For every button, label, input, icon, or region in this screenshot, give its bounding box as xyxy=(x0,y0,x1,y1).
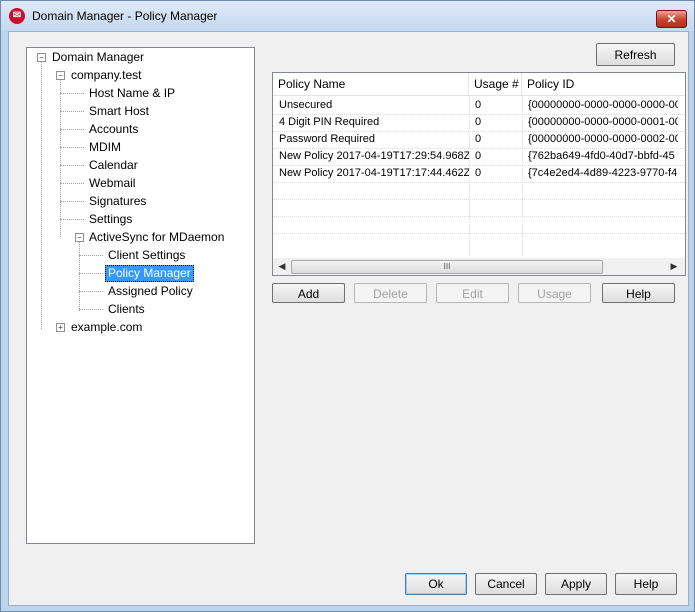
table-row[interactable]: New Policy 2017-04-19T17:29:54.968Z 0 {7… xyxy=(273,148,685,166)
usage-cell: 0 xyxy=(475,99,482,111)
domain-tree[interactable]: − Domain Manager − company.test Host Nam… xyxy=(26,47,255,544)
apply-button[interactable]: Apply xyxy=(545,573,607,595)
dialog-body: − Domain Manager − company.test Host Nam… xyxy=(8,31,689,606)
ok-button[interactable]: Ok xyxy=(405,573,467,595)
tree-item-label: ActiveSync for MDaemon xyxy=(89,230,225,244)
scroll-left-icon[interactable]: ◀ xyxy=(275,260,289,273)
tree-item-label: MDIM xyxy=(89,140,121,154)
policy-id-cell: {00000000-0000-0000-0001-0000-00 xyxy=(528,116,678,128)
table-row[interactable]: Unsecured 0 {00000000-0000-0000-0000-00 xyxy=(273,97,685,115)
tree-item-label: example.com xyxy=(71,320,143,334)
policy-id-cell: {762ba649-4fd0-40d7-bbfd-45 xyxy=(528,150,675,162)
empty-row xyxy=(273,233,685,250)
close-button[interactable]: ✕ xyxy=(656,10,687,28)
usage-cell: 0 xyxy=(475,133,482,145)
scroll-right-icon[interactable]: ▶ xyxy=(667,260,681,273)
tree-item-webmail[interactable]: Webmail xyxy=(27,175,247,192)
collapse-icon[interactable]: − xyxy=(37,53,46,62)
table-row[interactable]: New Policy 2017-04-19T17:17:44.462Z 0 {7… xyxy=(273,165,685,183)
usage-button[interactable]: Usage xyxy=(518,283,591,303)
header-separator xyxy=(273,95,685,96)
title-bar: ✉ Domain Manager - Policy Manager ✕ xyxy=(1,1,694,31)
tree-item-label: Webmail xyxy=(89,176,136,190)
tree-item-activesync[interactable]: − ActiveSync for MDaemon xyxy=(27,229,247,246)
tree-item-label: Assigned Policy xyxy=(108,284,193,298)
usage-cell: 0 xyxy=(475,116,482,128)
policy-id-cell: {7c4e2ed4-4d89-4223-9770-f4 xyxy=(528,167,678,179)
tree-item-label: Host Name & IP xyxy=(89,86,176,100)
tree-item-label: company.test xyxy=(71,68,142,82)
domain-manager-window: ✉ Domain Manager - Policy Manager ✕ − Do… xyxy=(0,0,695,612)
scrollbar-thumb[interactable]: III xyxy=(291,260,603,274)
column-header-policy-name[interactable]: Policy Name xyxy=(273,73,469,95)
mdaemon-app-icon: ✉ xyxy=(9,8,25,24)
table-row[interactable]: 4 Digit PIN Required 0 {00000000-0000-00… xyxy=(273,114,685,132)
empty-row xyxy=(273,182,685,200)
footer-help-button[interactable]: Help xyxy=(615,573,677,595)
collapse-icon[interactable]: − xyxy=(75,233,84,242)
tree-item-label: Domain Manager xyxy=(52,50,145,64)
tree-item-calendar[interactable]: Calendar xyxy=(27,157,247,174)
tree-item-signatures[interactable]: Signatures xyxy=(27,193,247,210)
policy-id-cell: {00000000-0000-0000-0000-00 xyxy=(528,99,678,111)
tree-item-host-name-ip[interactable]: Host Name & IP xyxy=(27,85,247,102)
tree-item-label: Calendar xyxy=(89,158,138,172)
tree-item-domain-manager[interactable]: − Domain Manager xyxy=(27,49,247,66)
tree-item-label: Smart Host xyxy=(89,104,150,118)
policy-name-cell: 4 Digit PIN Required xyxy=(279,116,380,128)
column-header-usage[interactable]: Usage # xyxy=(469,73,522,95)
empty-row xyxy=(273,199,685,217)
tree-item-accounts[interactable]: Accounts xyxy=(27,121,247,138)
help-button[interactable]: Help xyxy=(602,283,675,303)
tree-item-clients[interactable]: Clients xyxy=(27,301,247,318)
tree-item-smart-host[interactable]: Smart Host xyxy=(27,103,247,120)
collapse-icon[interactable]: − xyxy=(56,71,65,80)
edit-button[interactable]: Edit xyxy=(436,283,509,303)
tree-item-assigned-policy[interactable]: Assigned Policy xyxy=(27,283,247,300)
usage-cell: 0 xyxy=(475,150,482,162)
window-title: Domain Manager - Policy Manager xyxy=(32,9,218,23)
add-button[interactable]: Add xyxy=(272,283,345,303)
tree-item-company-test[interactable]: − company.test xyxy=(27,67,247,84)
cancel-button[interactable]: Cancel xyxy=(475,573,537,595)
tree-item-label: Client Settings xyxy=(108,248,186,262)
tree-item-settings[interactable]: Settings xyxy=(27,211,247,228)
expand-icon[interactable]: + xyxy=(56,323,65,332)
policy-id-cell: {00000000-0000-0000-0002-0000-00 xyxy=(528,133,678,145)
column-header-policy-id[interactable]: Policy ID xyxy=(522,73,685,95)
usage-cell: 0 xyxy=(475,167,482,179)
empty-row xyxy=(273,216,685,234)
horizontal-scrollbar[interactable]: ◀ III ▶ xyxy=(273,258,685,275)
policy-name-cell: Unsecured xyxy=(279,99,333,111)
tree-item-mdim[interactable]: MDIM xyxy=(27,139,247,156)
table-row[interactable]: Password Required 0 {00000000-0000-0000-… xyxy=(273,131,685,149)
tree-item-example-com[interactable]: + example.com xyxy=(27,319,247,336)
policy-list[interactable]: Policy Name Usage # Policy ID Unsecured … xyxy=(272,72,686,276)
policy-name-cell: Password Required xyxy=(279,133,375,145)
tree-item-policy-manager[interactable]: Policy Manager xyxy=(27,265,247,282)
policy-name-cell: New Policy 2017-04-19T17:17:44.462Z xyxy=(279,167,469,179)
tree-item-client-settings[interactable]: Client Settings xyxy=(27,247,247,264)
tree-item-label: Signatures xyxy=(89,194,147,208)
delete-button[interactable]: Delete xyxy=(354,283,427,303)
tree-item-label: Settings xyxy=(89,212,133,226)
tree-item-label: Accounts xyxy=(89,122,139,136)
tree-item-label-selected: Policy Manager xyxy=(105,265,194,282)
refresh-button[interactable]: Refresh xyxy=(596,43,675,66)
tree-item-label: Clients xyxy=(108,302,145,316)
policy-name-cell: New Policy 2017-04-19T17:29:54.968Z xyxy=(279,150,469,162)
